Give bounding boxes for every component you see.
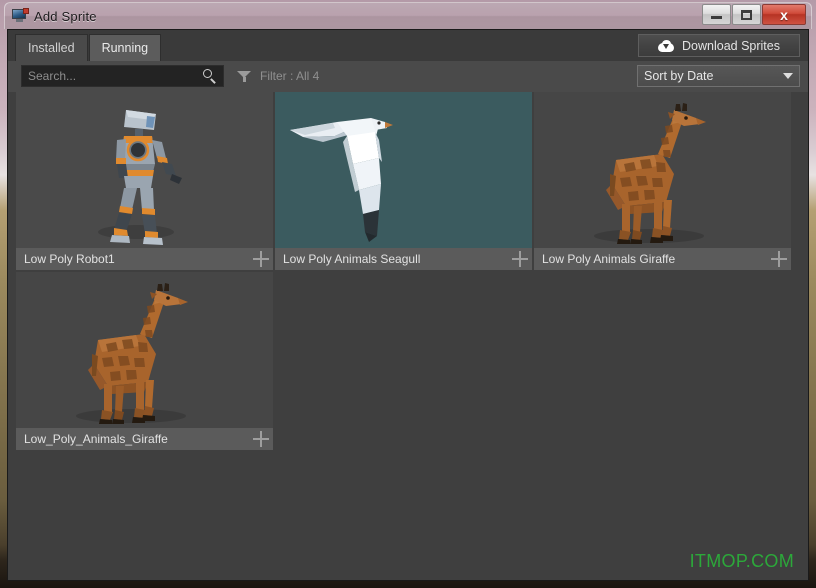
sprite-name: Low Poly Robot1 xyxy=(24,252,115,266)
tab-running-label: Running xyxy=(101,41,149,55)
tab-bar: Installed Running xyxy=(15,33,162,61)
filter-toolbar: Filter : All 4 Sort by Date xyxy=(8,61,808,93)
funnel-icon xyxy=(237,70,251,83)
client-area: Installed Running Download Sprites Searc… xyxy=(7,29,809,581)
download-sprites-label: Download Sprites xyxy=(682,38,780,53)
sprite-card-footer: Low Poly Animals Seagull xyxy=(275,248,532,270)
search-field[interactable] xyxy=(21,65,224,87)
plus-icon[interactable] xyxy=(510,249,530,269)
maximize-icon xyxy=(741,9,752,20)
sprite-card-footer: Low Poly Robot1 xyxy=(16,248,273,270)
sprite-card[interactable]: Low Poly Robot1 xyxy=(16,92,275,272)
plus-icon[interactable] xyxy=(769,249,789,269)
minimize-button[interactable] xyxy=(702,4,731,25)
sort-dropdown[interactable]: Sort by Date xyxy=(637,65,800,87)
sprite-card-footer: Low_Poly_Animals_Giraffe xyxy=(16,428,273,450)
download-sprites-button[interactable]: Download Sprites xyxy=(638,34,800,57)
sprite-name: Low Poly Animals Seagull xyxy=(283,252,421,266)
sprite-card-footer: Low Poly Animals Giraffe xyxy=(534,248,791,270)
sprite-thumbnail xyxy=(275,92,532,250)
computer-monitor-icon xyxy=(12,8,29,24)
sprite-name: Low_Poly_Animals_Giraffe xyxy=(24,432,168,446)
filter-label: Filter : All 4 xyxy=(260,69,320,83)
filter-control[interactable]: Filter : All 4 xyxy=(237,65,319,87)
sprite-card[interactable]: Low_Poly_Animals_Giraffe xyxy=(16,272,275,452)
search-input[interactable] xyxy=(22,69,201,83)
caption-button-group: x xyxy=(702,4,806,25)
sprite-grid-area[interactable]: Low Poly Robot1 Low Poly Animals Seagull… xyxy=(8,92,808,580)
application-window: Add Sprite x Installed Running Download … xyxy=(0,0,816,588)
maximize-button[interactable] xyxy=(732,4,761,25)
sprite-thumbnail xyxy=(534,92,791,250)
chevron-down-icon xyxy=(783,73,793,79)
plus-icon[interactable] xyxy=(251,249,271,269)
cloud-download-icon xyxy=(658,39,675,52)
close-icon: x xyxy=(780,6,788,23)
window-title: Add Sprite xyxy=(34,8,97,24)
plus-icon[interactable] xyxy=(251,429,271,449)
search-icon[interactable] xyxy=(201,67,219,85)
title-bar[interactable]: Add Sprite x xyxy=(4,2,812,29)
sprite-thumbnail xyxy=(16,272,273,430)
sprite-grid: Low Poly Robot1 Low Poly Animals Seagull… xyxy=(16,92,800,452)
sort-selected-label: Sort by Date xyxy=(644,69,714,83)
minimize-icon xyxy=(711,16,722,19)
tab-running[interactable]: Running xyxy=(88,34,162,61)
top-toolbar: Installed Running Download Sprites xyxy=(8,30,808,62)
site-watermark: ITMOP.COM xyxy=(689,551,794,571)
sprite-card[interactable]: Low Poly Animals Giraffe xyxy=(534,92,793,272)
sprite-name: Low Poly Animals Giraffe xyxy=(542,252,676,266)
tab-installed[interactable]: Installed xyxy=(15,34,88,61)
sprite-card[interactable]: Low Poly Animals Seagull xyxy=(275,92,534,272)
close-button[interactable]: x xyxy=(762,4,806,25)
sprite-thumbnail xyxy=(16,92,273,250)
tab-installed-label: Installed xyxy=(28,41,75,55)
